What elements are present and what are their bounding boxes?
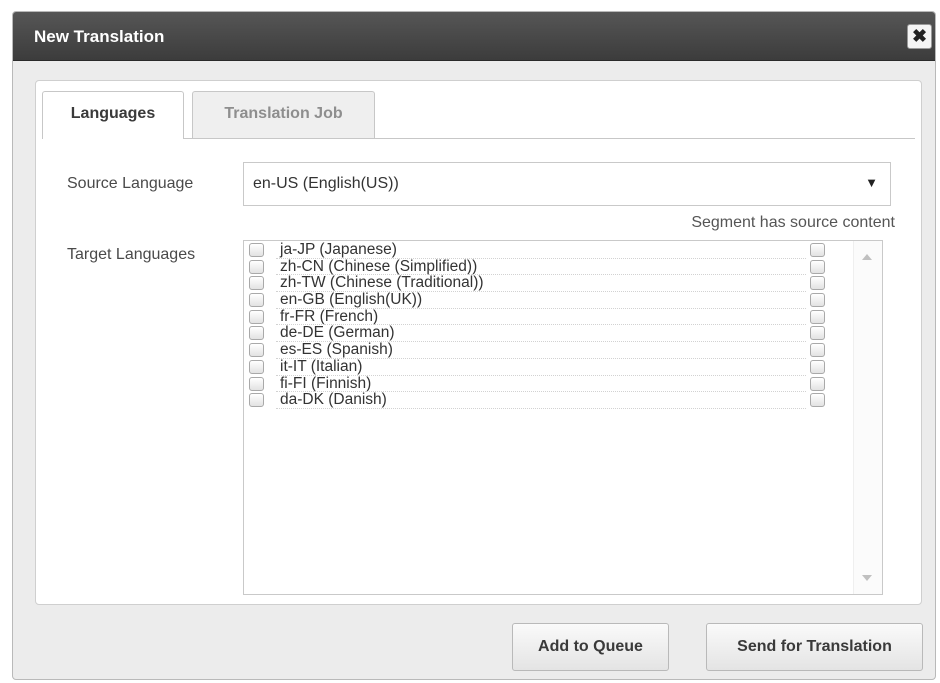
- target-language-label: fi-FI (Finnish): [280, 374, 372, 392]
- target-language-label: es-ES (Spanish): [280, 341, 393, 359]
- tab-panel: Languages Translation Job Source Languag…: [35, 80, 922, 605]
- segment-source-checkbox[interactable]: [810, 343, 825, 358]
- segment-source-checkbox[interactable]: [810, 276, 825, 291]
- target-language-checkbox[interactable]: [249, 309, 264, 324]
- segment-source-checkbox[interactable]: [810, 309, 825, 324]
- chevron-down-icon: ▼: [865, 175, 878, 190]
- list-item[interactable]: ja-JP (Japanese): [244, 241, 856, 259]
- target-language-label: de-DE (German): [280, 324, 395, 342]
- target-languages-list[interactable]: ja-JP (Japanese) zh-CN (Chinese (Simplifi…: [243, 240, 883, 595]
- list-item[interactable]: da-DK (Danish): [244, 391, 856, 409]
- list-item[interactable]: de-DE (German): [244, 324, 856, 343]
- list-item[interactable]: zh-CN (Chinese (Simplified)): [244, 257, 856, 276]
- segment-source-checkbox[interactable]: [810, 293, 825, 308]
- target-language-label: ja-JP (Japanese): [280, 241, 397, 258]
- dialog-title: New Translation: [34, 27, 165, 46]
- tab-bar: Languages Translation Job: [42, 91, 915, 139]
- tab-translation-job[interactable]: Translation Job: [192, 91, 375, 138]
- target-language-label: zh-TW (Chinese (Traditional)): [280, 274, 484, 292]
- add-to-queue-button[interactable]: Add to Queue: [512, 623, 669, 671]
- segment-source-checkbox[interactable]: [810, 359, 825, 374]
- language-rows: ja-JP (Japanese) zh-CN (Chinese (Simplifi…: [244, 241, 856, 409]
- segment-source-checkbox[interactable]: [810, 326, 825, 341]
- segment-source-content-header: Segment has source content: [691, 214, 895, 231]
- row-divider: [276, 407, 806, 409]
- source-language-value: en-US (English(US)): [253, 175, 399, 192]
- segment-source-checkbox[interactable]: [810, 376, 825, 391]
- dialog-titlebar[interactable]: New Translation ✖: [13, 12, 935, 61]
- list-item[interactable]: zh-TW (Chinese (Traditional)): [244, 274, 856, 293]
- target-language-checkbox[interactable]: [249, 343, 264, 358]
- target-language-checkbox[interactable]: [249, 326, 264, 341]
- list-item[interactable]: en-GB (English(UK)): [244, 291, 856, 309]
- target-language-label: fr-FR (French): [280, 307, 379, 325]
- scroll-down-icon[interactable]: [862, 575, 872, 581]
- list-item[interactable]: fi-FI (Finnish): [244, 374, 856, 393]
- target-language-checkbox[interactable]: [249, 243, 264, 257]
- send-for-translation-button[interactable]: Send for Translation: [706, 623, 923, 671]
- list-item[interactable]: es-ES (Spanish): [244, 341, 856, 359]
- target-language-checkbox[interactable]: [249, 393, 264, 408]
- target-language-label: da-DK (Danish): [280, 391, 387, 409]
- source-language-select[interactable]: en-US (English(US)) ▼: [243, 162, 891, 206]
- list-item[interactable]: it-IT (Italian): [244, 357, 856, 376]
- target-language-label: en-GB (English(UK)): [280, 291, 423, 309]
- target-language-label: it-IT (Italian): [280, 357, 363, 375]
- tab-languages[interactable]: Languages: [42, 91, 184, 139]
- target-language-checkbox[interactable]: [249, 259, 264, 274]
- scroll-up-icon[interactable]: [862, 254, 872, 260]
- segment-source-checkbox[interactable]: [810, 393, 825, 408]
- segment-source-checkbox[interactable]: [810, 243, 825, 257]
- target-language-checkbox[interactable]: [249, 293, 264, 308]
- new-translation-dialog: New Translation ✖ Languages Translation …: [12, 11, 936, 680]
- source-language-label: Source Language: [67, 175, 194, 192]
- target-language-checkbox[interactable]: [249, 359, 264, 374]
- segment-source-checkbox[interactable]: [810, 259, 825, 274]
- list-item[interactable]: fr-FR (French): [244, 307, 856, 326]
- target-language-checkbox[interactable]: [249, 276, 264, 291]
- target-languages-label: Target Languages: [67, 246, 196, 263]
- target-language-checkbox[interactable]: [249, 376, 264, 391]
- close-icon[interactable]: ✖: [907, 24, 932, 49]
- target-language-label: zh-CN (Chinese (Simplified)): [280, 257, 478, 275]
- list-scrollbar[interactable]: [853, 241, 882, 594]
